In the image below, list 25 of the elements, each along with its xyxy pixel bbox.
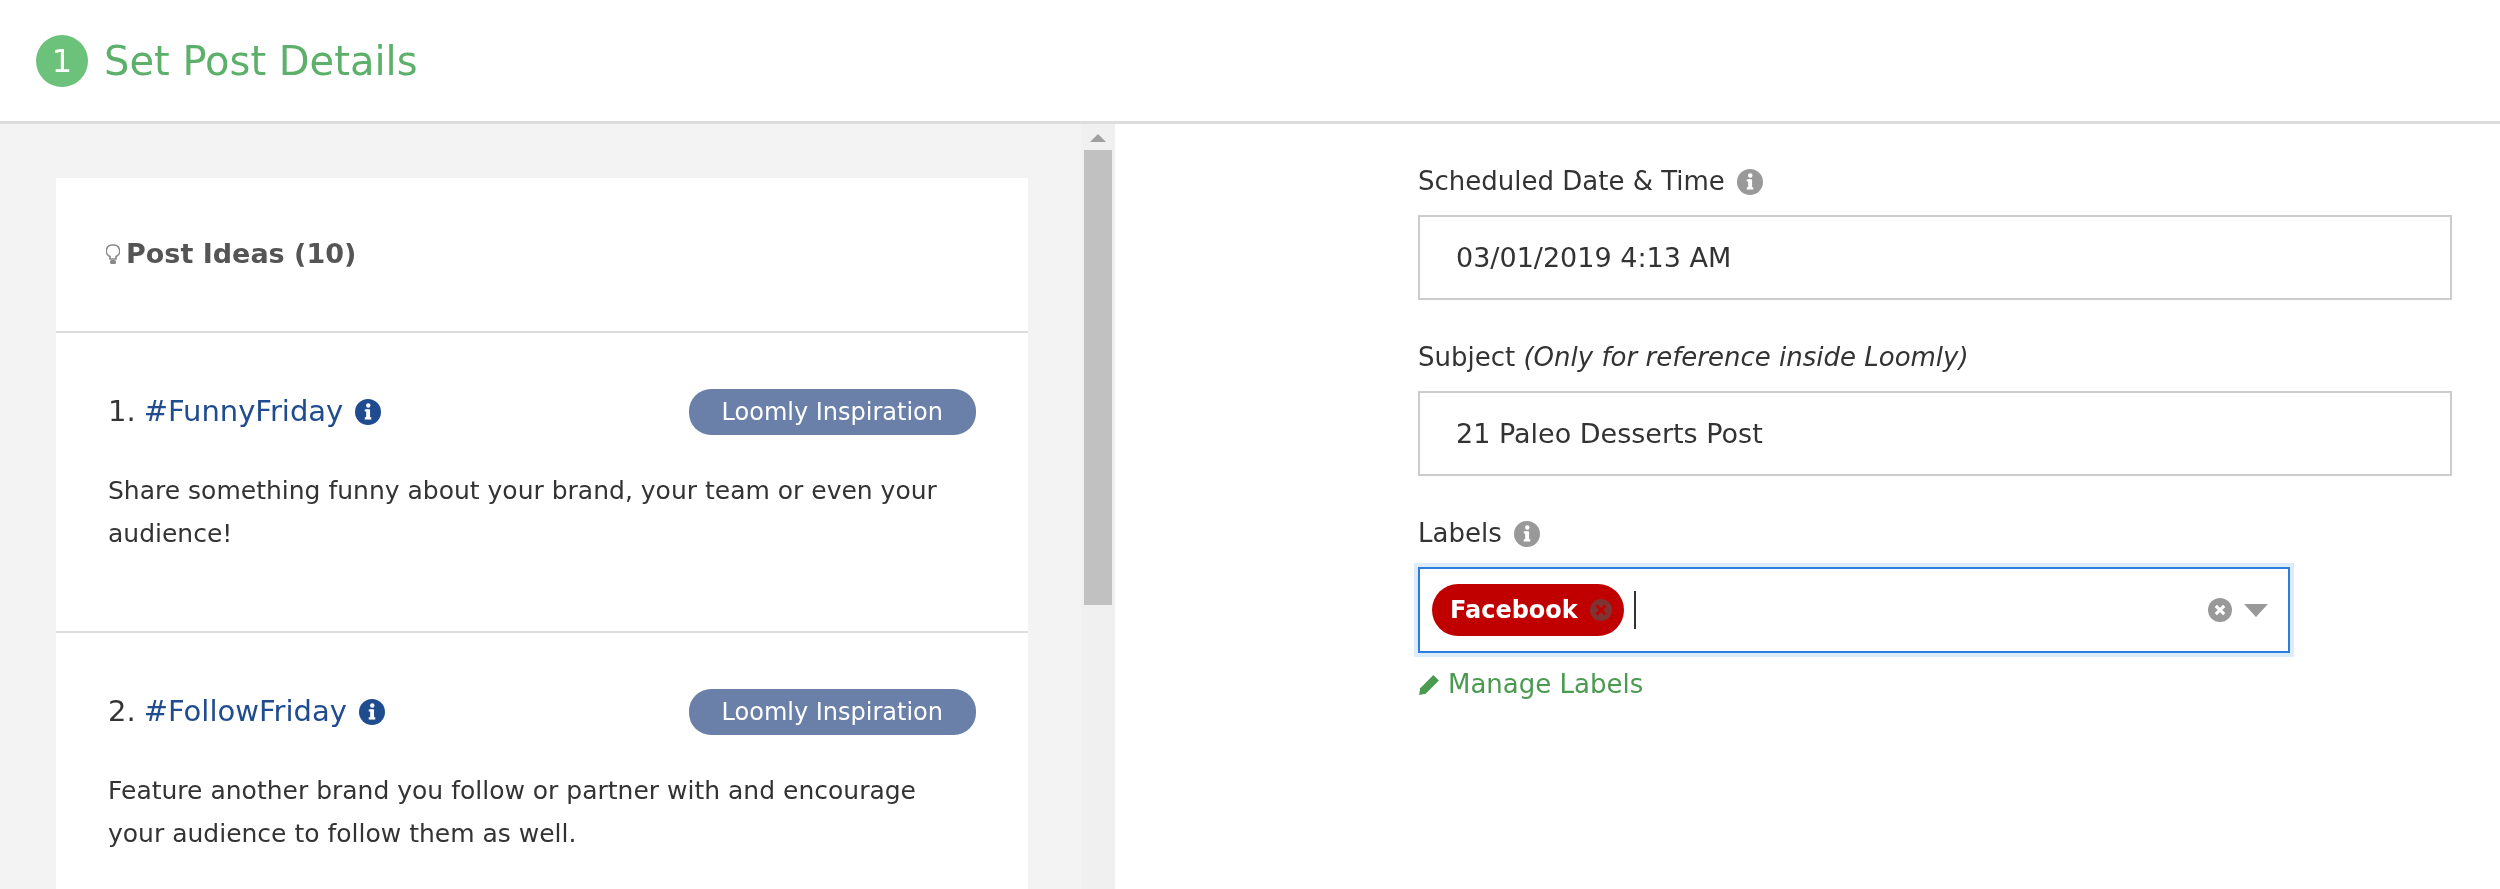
idea-description: Feature another brand you follow or partner with and encourage your audience to follow them as well.: [108, 775, 917, 850]
info-icon[interactable]: [355, 399, 382, 425]
info-icon[interactable]: [358, 699, 385, 725]
input-field[interactable]: 03/01/2019 4:13 AM: [1418, 215, 2452, 300]
section-title: Post Ideas (10): [126, 237, 357, 272]
field-label: Subject (Only for reference inside Loomly): [1418, 341, 1969, 374]
input-field[interactable]: 21 Paleo Desserts Post: [1418, 391, 2452, 476]
label-tag: Facebook: [1432, 584, 1624, 636]
idea-number: 1.: [108, 393, 136, 431]
field-label: Scheduled Date & Time: [1418, 165, 1725, 198]
idea-number: 2.: [108, 693, 136, 731]
text-cursor: [1633, 591, 1636, 629]
scrollbar-thumb[interactable]: [1084, 150, 1112, 605]
source-badge: Loomly Inspiration: [688, 389, 976, 435]
idea-link[interactable]: #FunnyFriday: [143, 390, 344, 434]
pencil-icon: [1418, 673, 1440, 696]
lightbulb-icon: [106, 243, 120, 266]
idea-description: Share something funny about your brand, your team or even your audience!: [108, 475, 938, 550]
field-label: Labels: [1418, 517, 1502, 550]
clear-icon[interactable]: [2208, 598, 2232, 622]
page-title: Set Post Details: [104, 36, 418, 86]
step-number: 1: [36, 34, 88, 87]
source-badge: Loomly Inspiration: [688, 689, 976, 735]
idea-link[interactable]: #FollowFriday: [143, 690, 347, 734]
dropdown-icon[interactable]: [2244, 603, 2268, 617]
